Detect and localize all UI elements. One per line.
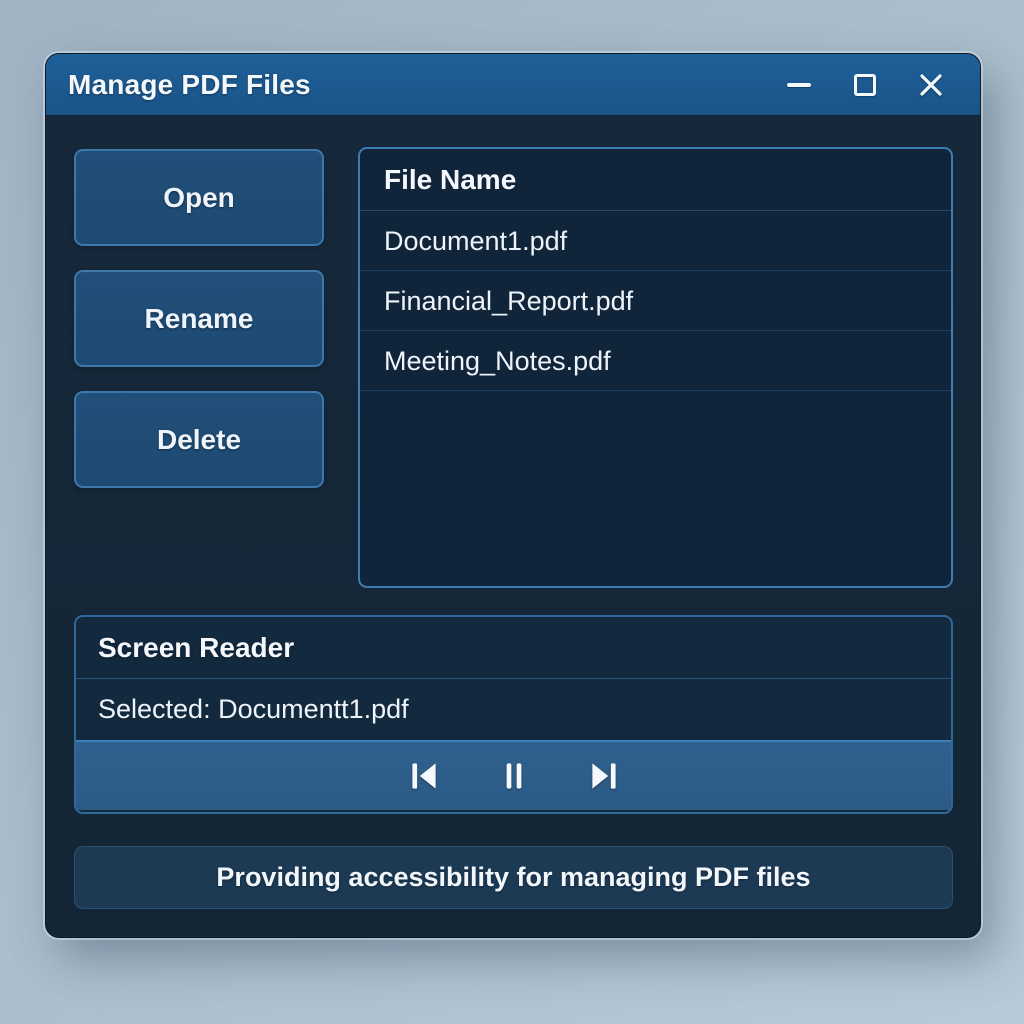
file-row[interactable]: Document1.pdf	[360, 211, 951, 271]
maximize-icon	[854, 74, 876, 96]
window-title: Manage PDF Files	[46, 69, 311, 101]
close-button[interactable]	[898, 54, 964, 116]
maximize-button[interactable]	[832, 54, 898, 116]
window-controls	[766, 54, 980, 116]
file-list: File Name Document1.pdf Financial_Report…	[358, 147, 953, 588]
skip-previous-icon	[405, 757, 443, 795]
file-row[interactable]: Financial_Report.pdf	[360, 271, 951, 331]
screen-reader-title: Screen Reader	[76, 617, 951, 679]
skip-next-icon	[585, 757, 623, 795]
skip-next-button[interactable]	[582, 754, 626, 798]
file-row[interactable]: Meeting_Notes.pdf	[360, 331, 951, 391]
delete-button[interactable]: Delete	[74, 391, 324, 488]
pause-icon	[495, 757, 533, 795]
title-bar[interactable]: Manage PDF Files	[46, 54, 980, 116]
pause-button[interactable]	[492, 754, 536, 798]
minimize-icon	[787, 83, 811, 87]
skip-previous-button[interactable]	[402, 754, 446, 798]
open-button[interactable]: Open	[74, 149, 324, 246]
status-bar: Providing accessibility for managing PDF…	[74, 846, 953, 909]
media-control-bar	[76, 740, 951, 810]
app-window: Manage PDF Files Open Rename Delete File…	[45, 53, 981, 938]
file-list-header: File Name	[360, 149, 951, 211]
close-icon	[917, 71, 945, 99]
screen-reader-panel: Screen Reader Selected: Documentt1.pdf	[74, 615, 953, 814]
screen-reader-selected-text: Selected: Documentt1.pdf	[76, 679, 951, 740]
rename-button[interactable]: Rename	[74, 270, 324, 367]
minimize-button[interactable]	[766, 54, 832, 116]
status-message: Providing accessibility for managing PDF…	[216, 862, 810, 893]
